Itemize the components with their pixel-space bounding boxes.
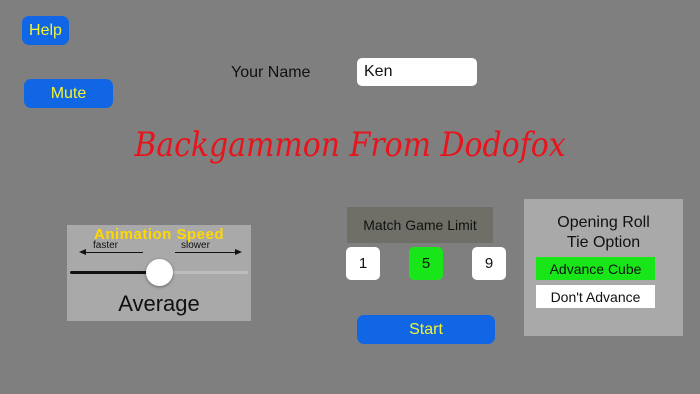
dont-advance-button[interactable]: Don't Advance — [536, 285, 655, 308]
tie-option-title: Opening Roll Tie Option — [524, 213, 683, 253]
faster-label: faster — [93, 240, 119, 251]
arrow-right-icon — [235, 249, 242, 255]
arrow-right-line — [175, 252, 239, 253]
arrow-left-line — [81, 252, 143, 253]
name-label: Your Name — [231, 64, 311, 81]
match-game-limit-label: Match Game Limit — [347, 207, 493, 243]
speed-value-label: Average — [118, 291, 200, 316]
tie-title-line1: Opening Roll — [557, 214, 650, 231]
tie-title-line2: Tie Option — [566, 234, 641, 251]
game-title: Backgammon From Dodofox — [134, 125, 566, 165]
speed-slider-thumb[interactable] — [145, 259, 173, 286]
match-limit-5-button[interactable]: 5 — [409, 247, 443, 280]
slower-label: slower — [181, 240, 210, 251]
tie-option-panel: Opening Roll Tie Option Advance Cube Don… — [524, 199, 683, 336]
mute-button[interactable]: Mute — [24, 79, 113, 108]
start-button[interactable]: Start — [357, 315, 495, 344]
name-input[interactable] — [357, 58, 477, 86]
help-button[interactable]: Help — [22, 16, 69, 45]
animation-speed-panel: Animation Speed faster slower Average — [67, 225, 251, 321]
match-limit-1-button[interactable]: 1 — [346, 247, 380, 280]
advance-cube-button[interactable]: Advance Cube — [536, 257, 655, 280]
match-limit-9-button[interactable]: 9 — [472, 247, 506, 280]
